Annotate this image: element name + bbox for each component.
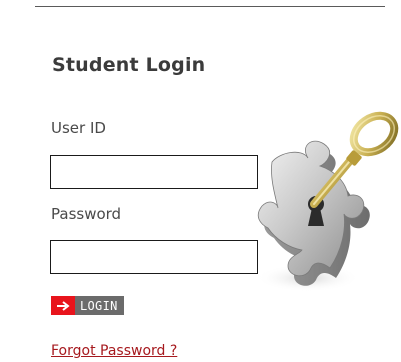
login-button-label: LOGIN <box>75 296 124 315</box>
user-id-label: User ID <box>51 119 106 137</box>
user-id-input[interactable] <box>50 155 258 189</box>
page-title: Student Login <box>52 54 206 76</box>
login-button[interactable]: LOGIN <box>51 296 124 315</box>
top-divider <box>35 6 385 7</box>
arrow-right-icon <box>51 296 75 315</box>
forgot-password-link[interactable]: Forgot Password ? <box>51 343 177 359</box>
password-label: Password <box>51 205 122 223</box>
puzzle-key-icon <box>256 111 399 292</box>
password-input[interactable] <box>50 240 258 274</box>
